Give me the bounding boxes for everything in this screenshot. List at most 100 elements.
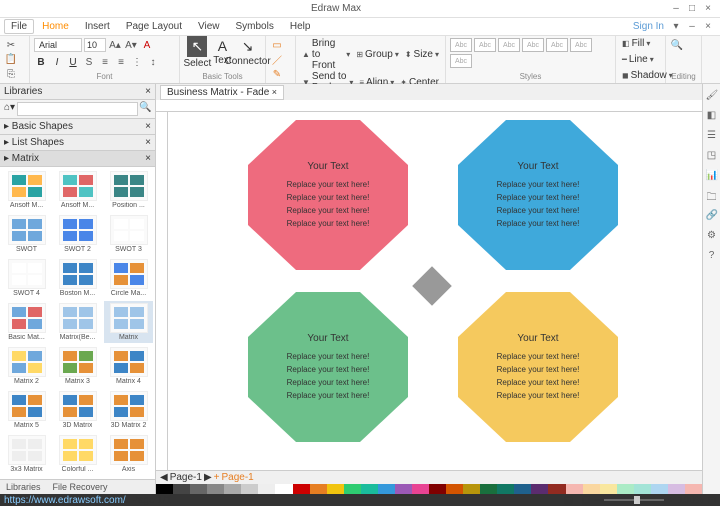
rt-brush-icon[interactable]: 🖌 — [706, 90, 718, 102]
shape-item[interactable]: Matrix 2 — [2, 345, 51, 387]
line-btn[interactable]: ━ Line ▾ — [620, 54, 661, 65]
color-swatch[interactable] — [293, 484, 310, 494]
view-full-icon[interactable]: ▣ — [581, 495, 590, 506]
shape-item[interactable]: Ansoff M... — [53, 169, 102, 211]
sidebar-section[interactable]: ▸ Basic Shapes× — [0, 119, 155, 135]
page-nav[interactable]: Page-1 — [170, 472, 202, 483]
color-swatch[interactable] — [258, 484, 275, 494]
color-swatch[interactable] — [463, 484, 480, 494]
group-btn[interactable]: ⊞ Group ▾ — [354, 49, 401, 60]
rect-shape-icon[interactable]: ▭ — [270, 38, 284, 52]
tab-file-recovery[interactable]: File Recovery — [47, 480, 114, 494]
fill-btn[interactable]: ◧ Fill ▾ — [620, 38, 661, 49]
color-swatch[interactable] — [583, 484, 600, 494]
tab-insert[interactable]: Insert — [77, 19, 118, 34]
color-swatch[interactable] — [395, 484, 412, 494]
tab-help[interactable]: Help — [282, 19, 319, 34]
ribbon-min-icon[interactable]: – — [684, 21, 700, 32]
tab-home[interactable]: Home — [34, 19, 77, 34]
font-name-select[interactable] — [34, 38, 82, 52]
shape-item[interactable]: Axis — [104, 433, 153, 475]
collapse-ribbon-icon[interactable]: ▾ — [668, 21, 684, 32]
line-shape-icon[interactable]: ／ — [270, 53, 284, 67]
shape-item[interactable]: Circle Ma... — [104, 257, 153, 299]
select-tool[interactable]: ↖Select — [183, 38, 211, 66]
rt-layer-icon[interactable]: ☰ — [706, 130, 718, 142]
shape-item[interactable]: SWOT 3 — [104, 213, 153, 255]
color-swatch[interactable] — [429, 484, 446, 494]
color-swatch[interactable] — [634, 484, 651, 494]
search-input[interactable] — [17, 102, 138, 116]
color-swatch[interactable] — [361, 484, 378, 494]
increase-font-icon[interactable]: A▴ — [108, 38, 122, 52]
color-swatches[interactable] — [156, 484, 702, 494]
color-swatch[interactable] — [190, 484, 207, 494]
page-add[interactable]: + — [214, 472, 220, 483]
style-preset[interactable]: Abc — [522, 38, 544, 52]
font-size-select[interactable] — [84, 38, 106, 52]
rt-help-icon[interactable]: ? — [706, 250, 718, 262]
tab-symbols[interactable]: Symbols — [228, 19, 282, 34]
underline-icon[interactable]: U — [66, 55, 80, 69]
color-swatch[interactable] — [668, 484, 685, 494]
tab-file[interactable]: File — [4, 19, 34, 34]
rt-note-icon[interactable]: 🗀 — [706, 190, 718, 202]
sidebar-section[interactable]: ▸ Matrix× — [0, 151, 155, 167]
shape-item[interactable]: 3D Matrix 2 — [104, 389, 153, 431]
bring-front[interactable]: ▲ Bring to Front ▾ — [300, 38, 352, 71]
shape-item[interactable]: Boston M... — [53, 257, 102, 299]
style-preset[interactable]: Abc — [570, 38, 592, 52]
paste-icon[interactable]: 📋 — [4, 53, 18, 67]
align-left-icon[interactable]: ≡ — [98, 55, 112, 69]
spacing-icon[interactable]: ↕ — [146, 55, 160, 69]
style-preset[interactable]: Abc — [498, 38, 520, 52]
color-swatch[interactable] — [224, 484, 241, 494]
rt-chart-icon[interactable]: 📊 — [706, 170, 718, 182]
color-swatch[interactable] — [617, 484, 634, 494]
color-swatch[interactable] — [480, 484, 497, 494]
color-swatch[interactable] — [207, 484, 224, 494]
tab-view[interactable]: View — [190, 19, 228, 34]
home-icon[interactable]: ⌂▾ — [2, 102, 17, 116]
color-swatch[interactable] — [497, 484, 514, 494]
find-icon[interactable]: 🔍 — [670, 38, 684, 52]
color-swatch[interactable] — [600, 484, 617, 494]
color-swatch[interactable] — [685, 484, 702, 494]
rt-link-icon[interactable]: 🔗 — [706, 210, 718, 222]
sign-in-link[interactable]: Sign In — [633, 21, 664, 32]
minimize-icon[interactable]: – — [668, 3, 684, 14]
shape-item[interactable]: SWOT 4 — [2, 257, 51, 299]
sidebar-close-icon[interactable]: × — [145, 86, 151, 97]
color-swatch[interactable] — [173, 484, 190, 494]
page-active[interactable]: Page-1 — [222, 472, 254, 483]
ribbon-help-icon[interactable]: × — [700, 21, 716, 32]
shape-item[interactable]: Ansoff M... — [2, 169, 51, 211]
strike-icon[interactable]: S — [82, 55, 96, 69]
octagon-shape[interactable]: Your TextReplace your text here!Replace … — [248, 120, 408, 270]
search-icon[interactable]: 🔍 — [138, 102, 153, 116]
center-diamond[interactable] — [412, 266, 452, 306]
color-swatch[interactable] — [531, 484, 548, 494]
color-swatch[interactable] — [327, 484, 344, 494]
view-normal-icon[interactable]: ▦ — [564, 495, 573, 506]
pencil-icon[interactable]: ✎ — [270, 67, 284, 81]
canvas[interactable]: Your TextReplace your text here!Replace … — [168, 112, 702, 470]
style-preset[interactable]: Abc — [450, 54, 472, 68]
shape-item[interactable]: 3D Matrix — [53, 389, 102, 431]
copy-icon[interactable]: ⎘ — [4, 67, 18, 81]
italic-icon[interactable]: I — [50, 55, 64, 69]
color-swatch[interactable] — [275, 484, 292, 494]
color-swatch[interactable] — [378, 484, 395, 494]
sidebar-section[interactable]: ▸ List Shapes× — [0, 135, 155, 151]
color-swatch[interactable] — [156, 484, 173, 494]
style-preset[interactable]: Abc — [474, 38, 496, 52]
color-swatch[interactable] — [446, 484, 463, 494]
zoom-control[interactable]: – + — [595, 495, 674, 506]
shape-item[interactable]: Matrix 4 — [104, 345, 153, 387]
shape-item[interactable]: SWOT — [2, 213, 51, 255]
cut-icon[interactable]: ✂ — [4, 38, 18, 52]
color-swatch[interactable] — [514, 484, 531, 494]
octagon-shape[interactable]: Your TextReplace your text here!Replace … — [458, 120, 618, 270]
document-tab[interactable]: Business Matrix - Fade × — [160, 85, 284, 100]
bold-icon[interactable]: B — [34, 55, 48, 69]
